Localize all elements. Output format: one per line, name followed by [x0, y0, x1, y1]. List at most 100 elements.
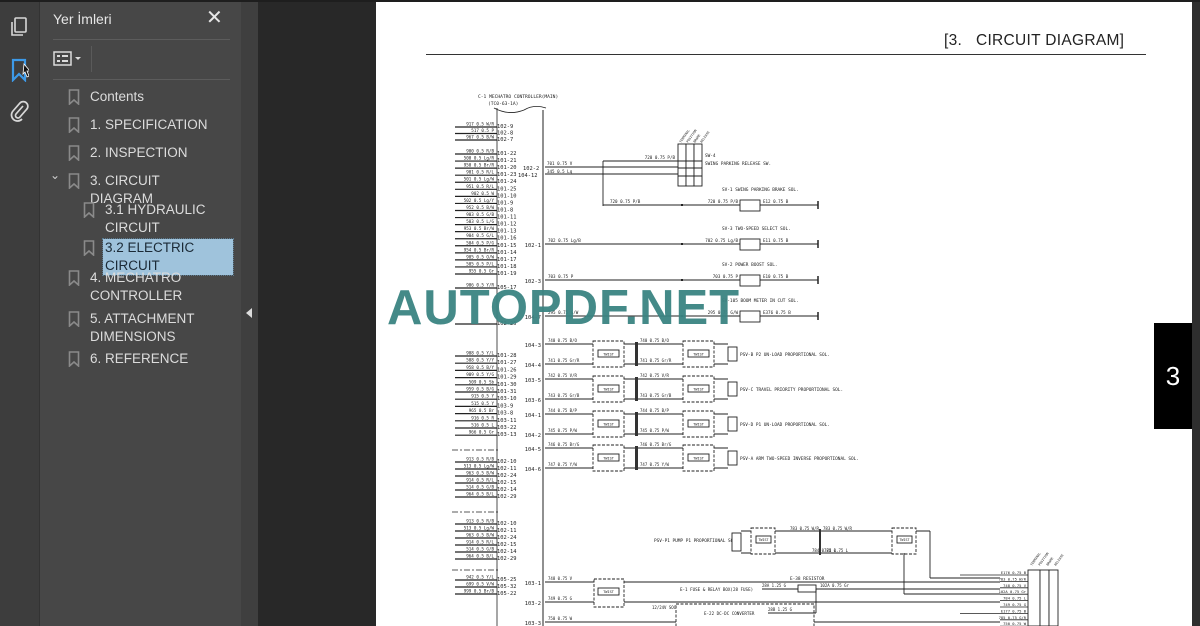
- wire-label: 958 0.5 B/Y: [466, 365, 494, 370]
- wire-label: 508 0.5 Y/Y: [466, 358, 494, 363]
- pin-label: 102-7: [497, 137, 513, 143]
- proportional-solenoid-symbol: [727, 346, 738, 362]
- twist-label: TWIST: [603, 387, 615, 391]
- bookmark-item[interactable]: 1. SPECIFICATION: [68, 116, 218, 134]
- shield-bar: [635, 446, 638, 470]
- wire-label: 950 0.5 Br/R: [464, 163, 495, 168]
- wire-label: 967 0.5 B/W: [466, 135, 494, 140]
- wire-label: 954 0.5 Br/R: [464, 247, 495, 252]
- wire-label: 955 0.5 Gr: [469, 269, 495, 274]
- switch-column: [693, 143, 703, 187]
- pin-label: 102-2: [523, 166, 539, 172]
- wire-label: 747 0.75 Y/W: [548, 462, 577, 467]
- wire-label: 748 0.75 V: [548, 576, 573, 581]
- pin-label: 101-17: [497, 257, 516, 263]
- collapse-panel-arrow-icon[interactable]: [246, 308, 252, 318]
- pin-label: 104-1: [525, 413, 541, 419]
- bookmark-item[interactable]: 4. MECHATRO CONTROLLER: [68, 269, 218, 305]
- wire-label: 102A 0.75 Gr: [820, 583, 849, 588]
- wire-label: 916 0.5 R: [471, 415, 494, 420]
- pin-label: 103-1: [525, 581, 541, 587]
- pin-label: 101-24: [497, 179, 516, 185]
- proportional-solenoid-title: PSV-A ARM TWO-SPEED INVERSE PROPORTIONAL…: [740, 456, 859, 462]
- shield-bar: [635, 412, 638, 436]
- wire-label: 999 0.5 Br/B: [464, 589, 495, 594]
- wire-label: 502 0.5 Lg/Y: [464, 198, 495, 203]
- switch-name: SW-4: [705, 153, 716, 159]
- pin-label: 102-29: [497, 556, 516, 562]
- wire-label: 917 0.5 W/R: [466, 122, 494, 127]
- solenoid-symbol: [739, 274, 761, 287]
- pin-label: 102-14: [497, 549, 516, 555]
- shield-bar: [635, 377, 638, 401]
- wire-label: 741 0.75 Gr/R: [640, 358, 672, 363]
- bookmark-item[interactable]: 5. ATTACHMENT DIMENSIONS: [68, 310, 218, 346]
- pin-label: 103-13: [497, 432, 516, 438]
- bookmark-icon[interactable]: [6, 57, 32, 83]
- pin-label: 103-9: [497, 403, 513, 409]
- pin-label: 103-5: [525, 378, 541, 384]
- pin-label: 103-22: [497, 425, 516, 431]
- bookmark-item[interactable]: 6. REFERENCE: [68, 350, 218, 368]
- bookmark-item[interactable]: 3.1 HYDRAULIC CIRCUIT: [83, 201, 233, 237]
- controller-title: C-1 MECHATRO CONTROLLER(MAIN): [478, 94, 558, 100]
- wire-label: 740 0.75 B/O: [640, 338, 669, 343]
- wire-label: E376 0.75 B: [763, 310, 791, 315]
- wire-label: 942 0.5 Y/L: [466, 575, 494, 580]
- pin-label: 105-22: [497, 591, 516, 597]
- terminal-column-header: RELEASE: [1054, 553, 1065, 566]
- wire-label: 102A 0.75 Gr: [999, 589, 1027, 594]
- wire-label: 901 0.5 R/L: [466, 170, 494, 175]
- wire-label: 699 0.5 V/W: [466, 582, 494, 587]
- pin-label: 101-28: [497, 353, 516, 359]
- pin-label: 101-10: [497, 193, 516, 199]
- wire-label: 914 0.5 R/L: [466, 478, 494, 483]
- scrollbar-track[interactable]: [1192, 2, 1200, 626]
- wire-label: 963 0.5 B/W: [466, 533, 494, 538]
- pin-label: 102-11: [497, 466, 516, 472]
- panel-title: Yer İmleri: [53, 11, 112, 27]
- pin-label: 103-8: [497, 411, 513, 417]
- panel-resize-strip[interactable]: [241, 2, 258, 626]
- divider: [53, 79, 230, 80]
- bookmark-item[interactable]: 2. INSPECTION: [68, 144, 218, 162]
- wire-label: 959 0.5 B/G: [466, 387, 494, 392]
- pin-label: 102-10: [497, 459, 516, 465]
- pump-solenoid-title: PSV-P1 PUMP P1 PROPORTIONAL SOL.: [654, 538, 739, 544]
- resistor-label: E-38 RESISTOR: [790, 576, 825, 582]
- wire-label: 749 0.75 G: [1003, 602, 1027, 607]
- terminal-column: [1048, 569, 1059, 626]
- bookmark-label: 2. INSPECTION: [90, 145, 188, 160]
- pin-label: 101-18: [497, 264, 516, 270]
- wire-label: 749 0.75 G: [548, 596, 573, 601]
- wire-label: E11 0.75 B: [763, 238, 789, 243]
- twist-label: TWIST: [693, 456, 705, 460]
- wire-label: 514 0.5 G/B: [466, 485, 494, 490]
- wire-label: E177 0.75 B: [1001, 608, 1027, 613]
- bookmark-options-button[interactable]: [53, 48, 87, 70]
- break-line: [493, 106, 547, 113]
- resistor-symbol: [797, 584, 817, 593]
- wire-label: 750 0.75 W: [548, 616, 573, 621]
- twist-label: TWIST: [758, 538, 768, 542]
- attachment-icon[interactable]: [6, 98, 32, 124]
- pin-label: 102-24: [497, 535, 516, 541]
- close-icon[interactable]: ✕: [206, 8, 223, 28]
- wire-label: E176 0.75 B: [1001, 570, 1027, 575]
- pin-label: 103-3: [525, 621, 541, 626]
- pin-label: 101-21: [497, 158, 516, 164]
- dc-converter-label: E-22 DC-DC CONVERTER: [704, 611, 755, 616]
- wire-label: 740 0.75 B/O: [548, 338, 577, 343]
- wire-label: 913 0.5 R/B: [466, 457, 494, 462]
- wire-label: 784 0.75 L: [1003, 596, 1027, 601]
- bookmark-item[interactable]: Contents: [68, 88, 218, 106]
- pages-icon[interactable]: [6, 14, 32, 40]
- wire-label: 965 0.5 Br: [469, 408, 495, 413]
- expand-chevron-icon[interactable]: ⌄: [50, 168, 60, 182]
- twist-label: TWIST: [693, 422, 705, 426]
- wire-label: E12 0.75 B: [763, 199, 789, 204]
- bookmark-label: 3.1 HYDRAULIC CIRCUIT: [105, 202, 206, 235]
- wire-label: 500 0.5 Lg/R: [464, 156, 495, 161]
- wire-label: 701 0.75 V: [547, 161, 573, 166]
- wire-label: 28A 1.25 G: [762, 583, 787, 588]
